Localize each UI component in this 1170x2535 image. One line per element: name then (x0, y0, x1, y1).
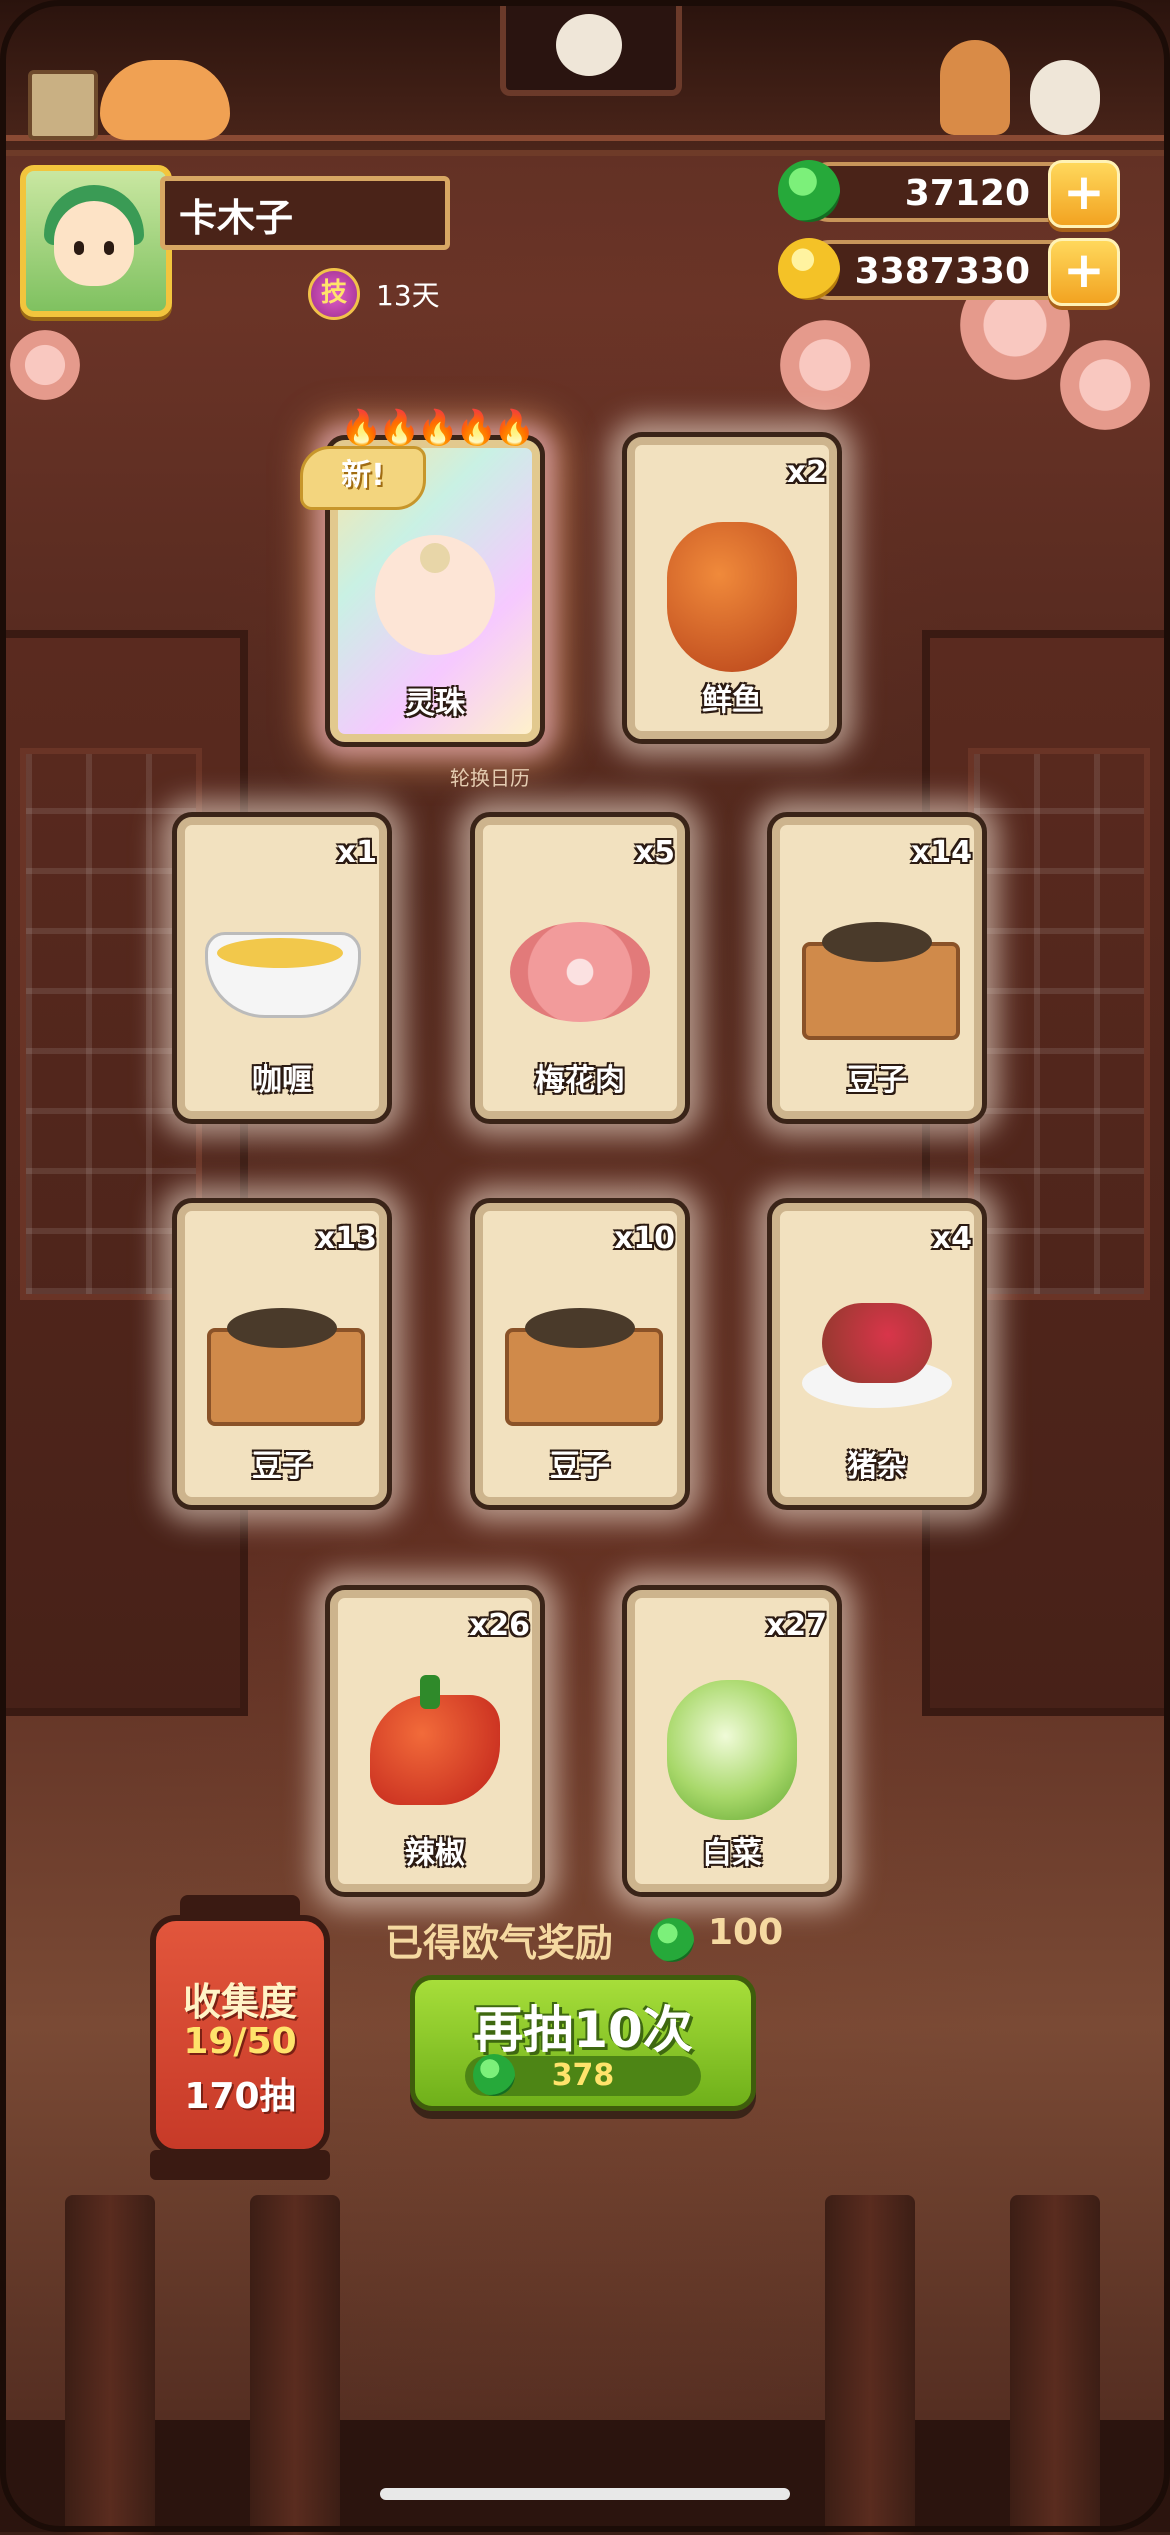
reward-card[interactable]: x14 豆子 (767, 812, 987, 1124)
reward-card[interactable]: x2 鲜鱼 (622, 432, 842, 744)
player-name: 卡木子 (160, 176, 450, 250)
box-decoration-icon (28, 70, 98, 140)
card-count: x4 (931, 1221, 972, 1256)
beans-box-icon (495, 1258, 665, 1438)
right-wooden-door (922, 630, 1170, 1716)
home-indicator[interactable] (380, 2488, 790, 2500)
card-name: 辣椒 (405, 1836, 465, 1871)
card-count: x10 (613, 1221, 675, 1256)
draw-again-label: 再抽10次 (473, 2001, 693, 2059)
floor (0, 2420, 1170, 2532)
card-name: 鲜鱼 (702, 683, 762, 718)
reward-card[interactable]: x13 豆子 (172, 1198, 392, 1510)
curry-gravy-boat-icon (197, 872, 367, 1052)
blossom-decoration (780, 320, 870, 410)
character-lingzhu-icon (350, 495, 520, 675)
card-name: 猪杂 (847, 1449, 907, 1484)
left-wooden-door (0, 630, 248, 1716)
card-count: x26 (468, 1608, 530, 1643)
cabbage-icon (647, 1645, 817, 1825)
reward-card[interactable]: 🔥🔥🔥🔥🔥 新! 灵珠 (300, 408, 545, 747)
pork-offal-icon (792, 1258, 962, 1438)
railing-post (1010, 2195, 1100, 2535)
reward-card[interactable]: x1 咖喱 (172, 812, 392, 1124)
calendar-label: 轮换日历 (450, 766, 530, 790)
jade-icon (650, 1918, 694, 1962)
white-cat-decoration-icon (1030, 60, 1100, 135)
reward-value: 100 (708, 1912, 784, 1953)
blossom-decoration (10, 330, 80, 400)
card-count: x5 (634, 835, 675, 870)
railing-post (250, 2195, 340, 2535)
lantern-base (150, 2150, 330, 2180)
card-name: 白菜 (702, 1836, 762, 1871)
card-name: 豆子 (550, 1449, 610, 1484)
reward-card[interactable]: x4 猪杂 (767, 1198, 987, 1510)
railing-post (65, 2195, 155, 2535)
flame-icons: 🔥🔥🔥🔥🔥 (340, 408, 536, 448)
beans-box-icon (197, 1258, 367, 1438)
draw-cost: 378 (551, 2058, 615, 2093)
jade-icon (778, 160, 840, 222)
card-count: x27 (765, 1608, 827, 1643)
card-name: 咖喱 (252, 1063, 312, 1098)
skill-badge-icon: 技 (308, 268, 360, 320)
chili-pepper-icon (350, 1645, 520, 1825)
card-name: 梅花肉 (535, 1063, 625, 1098)
reward-card[interactable]: x26 辣椒 (325, 1585, 545, 1897)
reward-card[interactable]: x5 梅花肉 (470, 812, 690, 1124)
card-name: 灵珠 (405, 686, 465, 721)
collection-lantern[interactable]: 收集度 19/50 170抽 (150, 1915, 330, 2155)
days-counter: 13天 (376, 279, 440, 312)
reward-card[interactable]: x10 豆子 (470, 1198, 690, 1510)
doll-decoration-icon (940, 40, 1010, 135)
add-jade-button[interactable]: + (1048, 160, 1120, 228)
reward-label: 已得欧气奖励 (385, 1921, 614, 1965)
blossom-decoration (1060, 340, 1150, 430)
reward-card[interactable]: x27 白菜 (622, 1585, 842, 1897)
hanging-portrait (500, 0, 682, 96)
cat-decoration-icon (100, 60, 230, 140)
coin-icon (778, 238, 840, 300)
card-count: x14 (910, 835, 972, 870)
beans-box-icon (792, 872, 962, 1052)
card-count: x2 (786, 455, 827, 490)
collection-progress: 19/50 (183, 2021, 297, 2062)
card-name: 豆子 (252, 1449, 312, 1484)
card-name: 豆子 (847, 1063, 907, 1098)
add-coins-button[interactable]: + (1048, 238, 1120, 306)
draw-again-button[interactable]: 再抽10次 378 (410, 1975, 756, 2111)
collection-pulls: 170抽 (184, 2076, 296, 2117)
fish-icon (647, 492, 817, 672)
railing-post (825, 2195, 915, 2535)
collection-title: 收集度 (182, 1980, 297, 2024)
card-count: x1 (336, 835, 377, 870)
card-count: x13 (315, 1221, 377, 1256)
pork-meat-icon (495, 872, 665, 1052)
player-avatar[interactable] (20, 165, 172, 317)
